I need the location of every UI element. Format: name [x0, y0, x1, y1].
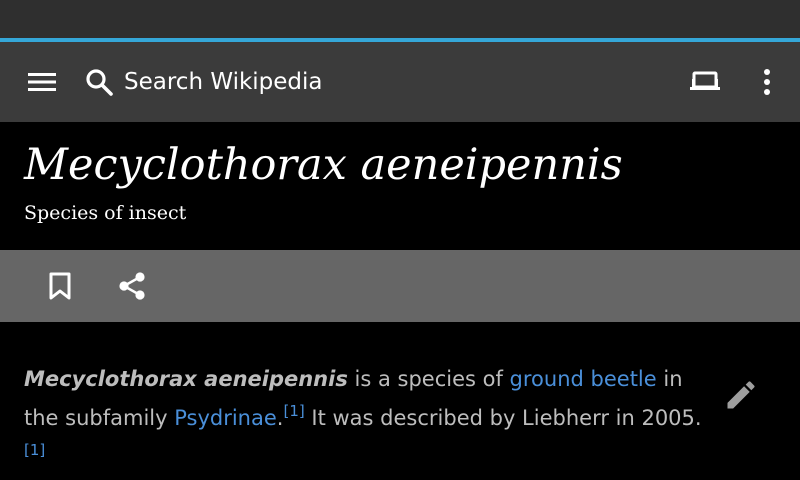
lead-paragraph: Mecyclothorax aeneipennis is a species o…	[24, 360, 704, 477]
reference-link[interactable]: [1]	[283, 402, 304, 420]
hamburger-menu-icon	[28, 73, 56, 91]
share-button[interactable]	[106, 250, 158, 322]
search-icon	[86, 69, 113, 96]
bookmark-icon	[49, 272, 71, 300]
link-ground-beetle[interactable]: ground beetle	[510, 367, 657, 391]
article-header: Mecyclothorax aeneipennis Species of ins…	[0, 122, 800, 250]
save-bookmark-button[interactable]	[34, 250, 86, 322]
article-description: Species of insect	[24, 202, 187, 224]
more-vertical-icon	[764, 69, 770, 95]
reading-lists-button[interactable]	[680, 42, 730, 122]
lead-bold-term: Mecyclothorax aeneipennis	[24, 367, 348, 391]
menu-button[interactable]	[18, 42, 66, 122]
search-placeholder: Search Wikipedia	[124, 69, 323, 95]
top-toolbar: Search Wikipedia	[0, 42, 800, 122]
reference-link[interactable]: [1]	[24, 441, 45, 459]
edit-pencil-icon	[727, 381, 755, 409]
paragraph-text: is a species of	[347, 367, 510, 391]
search-bar[interactable]: Search Wikipedia	[84, 42, 323, 122]
reading-list-icon	[690, 71, 720, 90]
share-icon	[119, 272, 145, 300]
more-options-button[interactable]	[746, 42, 788, 122]
link-psydrinae[interactable]: Psydrinae	[174, 406, 277, 430]
article-content: Mecyclothorax aeneipennis is a species o…	[0, 322, 800, 480]
paragraph-text: It was described by Liebherr in 2005.	[304, 406, 702, 430]
edit-section-button[interactable]	[716, 372, 766, 418]
status-bar	[0, 0, 800, 38]
article-action-bar	[0, 250, 800, 322]
article-title: Mecyclothorax aeneipennis	[24, 140, 623, 190]
